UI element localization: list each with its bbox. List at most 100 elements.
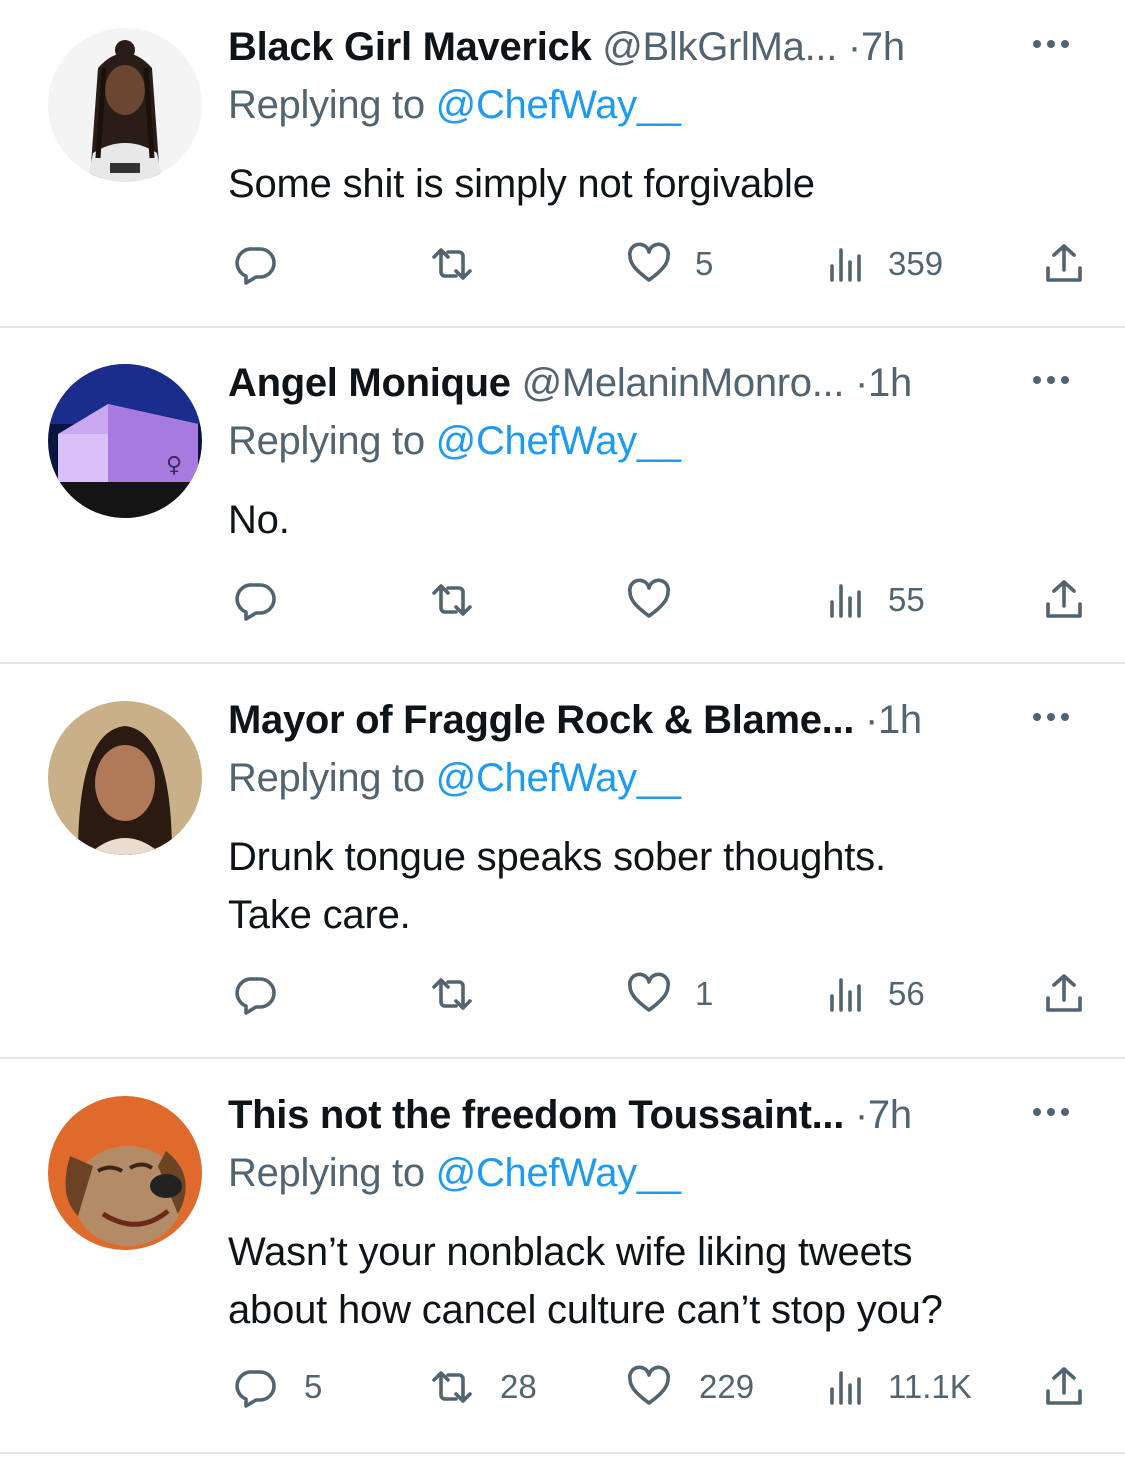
like-button[interactable]: 229 xyxy=(625,1363,754,1411)
views-button[interactable]: 11.1K xyxy=(822,1363,972,1411)
divider xyxy=(0,1057,1125,1059)
share-icon xyxy=(1046,974,1082,1012)
tweet-text: Drunk tongue speaks sober thoughts. Take… xyxy=(228,828,886,944)
reply-icon xyxy=(235,1370,276,1408)
retweet-count: 28 xyxy=(500,1368,537,1405)
tweet[interactable]: This not the freedom Toussaint... ·7h Re… xyxy=(0,1068,1125,1454)
timestamp[interactable]: 1h xyxy=(878,698,922,742)
share-button[interactable] xyxy=(1040,1363,1088,1411)
more-icon[interactable] xyxy=(1024,1092,1078,1132)
retweet-button[interactable]: 28 xyxy=(428,1363,537,1411)
display-name[interactable]: Angel Monique xyxy=(228,361,511,405)
views-icon xyxy=(830,248,861,282)
share-icon xyxy=(1046,1367,1082,1405)
reply-button[interactable]: 5 xyxy=(232,1363,322,1411)
views-button[interactable]: 55 xyxy=(822,576,925,624)
replying-to-label: Replying to xyxy=(228,83,436,127)
display-name[interactable]: This not the freedom Toussaint... xyxy=(228,1093,844,1137)
retweet-button[interactable] xyxy=(428,970,498,1018)
tweet-text: No. xyxy=(228,491,290,549)
divider xyxy=(0,1452,1125,1454)
tweet-text: Wasn’t your nonblack wife liking tweets … xyxy=(228,1223,943,1339)
replying-to: Replying to @ChefWay__ xyxy=(228,1148,681,1198)
views-icon xyxy=(830,1371,861,1405)
timestamp[interactable]: 7h xyxy=(861,25,905,69)
like-button[interactable]: 1 xyxy=(625,970,713,1018)
views-count: 359 xyxy=(888,245,944,282)
retweet-icon xyxy=(432,248,472,280)
avatar[interactable] xyxy=(48,28,202,182)
avatar[interactable] xyxy=(48,701,202,855)
views-count: 55 xyxy=(888,581,925,618)
user-handle[interactable]: @MelaninMonro... xyxy=(522,361,845,405)
reply-icon xyxy=(235,977,276,1015)
like-button[interactable]: 5 xyxy=(625,240,713,288)
heart-icon xyxy=(628,578,670,618)
heart-icon xyxy=(628,1365,670,1405)
separator-dot: · xyxy=(847,25,861,69)
views-icon xyxy=(830,978,861,1012)
reply-icon xyxy=(235,583,276,621)
like-button[interactable] xyxy=(625,576,695,624)
reply-button[interactable] xyxy=(232,240,302,288)
more-icon[interactable] xyxy=(1024,697,1078,737)
reply-button[interactable] xyxy=(232,970,302,1018)
tweet-text-line: Drunk tongue speaks sober thoughts. xyxy=(228,835,886,879)
replying-to-label: Replying to xyxy=(228,756,436,800)
tweet-header: Angel Monique @MelaninMonro... ·1h xyxy=(228,358,912,408)
mention-link[interactable]: @ChefWay__ xyxy=(436,1151,681,1195)
retweet-button[interactable] xyxy=(428,576,498,624)
tweet-text-line: No. xyxy=(228,498,290,542)
replying-to-label: Replying to xyxy=(228,419,436,463)
tweet-text-line: about how cancel culture can’t stop you? xyxy=(228,1288,943,1332)
timestamp[interactable]: 1h xyxy=(868,361,912,405)
avatar[interactable]: ♀ xyxy=(48,364,202,518)
retweet-button[interactable] xyxy=(428,240,498,288)
timestamp[interactable]: 7h xyxy=(868,1093,912,1137)
tweet-header: Black Girl Maverick @BlkGrlMa... ·7h xyxy=(228,22,905,72)
mention-link[interactable]: @ChefWay__ xyxy=(436,756,681,800)
tweet-header: Mayor of Fraggle Rock & Blame... ·1h xyxy=(228,695,922,745)
separator-dot: · xyxy=(855,361,869,405)
divider xyxy=(0,662,1125,664)
share-icon xyxy=(1046,580,1082,618)
views-count: 11.1K xyxy=(888,1368,972,1405)
tweet[interactable]: ♀ Angel Monique @MelaninMonro... ·1h Rep… xyxy=(0,336,1125,663)
tweet[interactable]: Mayor of Fraggle Rock & Blame... ·1h Rep… xyxy=(0,673,1125,1059)
separator-dot: · xyxy=(864,698,878,742)
heart-icon xyxy=(628,242,670,282)
svg-text:♀: ♀ xyxy=(166,453,182,478)
tweet[interactable]: Black Girl Maverick @BlkGrlMa... ·7h Rep… xyxy=(0,0,1125,327)
avatar[interactable] xyxy=(48,1096,202,1250)
more-icon[interactable] xyxy=(1024,24,1078,64)
reply-icon xyxy=(235,247,276,285)
replying-to-label: Replying to xyxy=(228,1151,436,1195)
replying-to: Replying to @ChefWay__ xyxy=(228,753,681,803)
retweet-icon xyxy=(432,978,472,1010)
display-name[interactable]: Mayor of Fraggle Rock & Blame... xyxy=(228,698,854,742)
reply-button[interactable] xyxy=(232,576,302,624)
retweet-icon xyxy=(432,584,472,616)
more-icon[interactable] xyxy=(1024,360,1078,400)
mention-link[interactable]: @ChefWay__ xyxy=(436,419,681,463)
share-button[interactable] xyxy=(1040,970,1088,1018)
share-button[interactable] xyxy=(1040,576,1088,624)
reply-count: 5 xyxy=(304,1368,323,1405)
mention-link[interactable]: @ChefWay__ xyxy=(436,83,681,127)
heart-icon xyxy=(628,972,670,1012)
display-name[interactable]: Black Girl Maverick xyxy=(228,25,592,69)
share-button[interactable] xyxy=(1040,240,1088,288)
views-button[interactable]: 359 xyxy=(822,240,943,288)
views-button[interactable]: 56 xyxy=(822,970,925,1018)
tweet-text-line: Some shit is simply not forgivable xyxy=(228,162,815,206)
replying-to: Replying to @ChefWay__ xyxy=(228,80,681,130)
retweet-icon xyxy=(432,1371,472,1403)
tweet-text-line: Take care. xyxy=(228,893,411,937)
divider xyxy=(0,326,1125,328)
views-count: 56 xyxy=(888,975,925,1012)
replying-to: Replying to @ChefWay__ xyxy=(228,416,681,466)
tweet-text-line: Wasn’t your nonblack wife liking tweets xyxy=(228,1230,913,1274)
user-handle[interactable]: @BlkGrlMa... xyxy=(602,25,837,69)
tweet-header: This not the freedom Toussaint... ·7h xyxy=(228,1090,912,1140)
share-icon xyxy=(1046,244,1082,282)
